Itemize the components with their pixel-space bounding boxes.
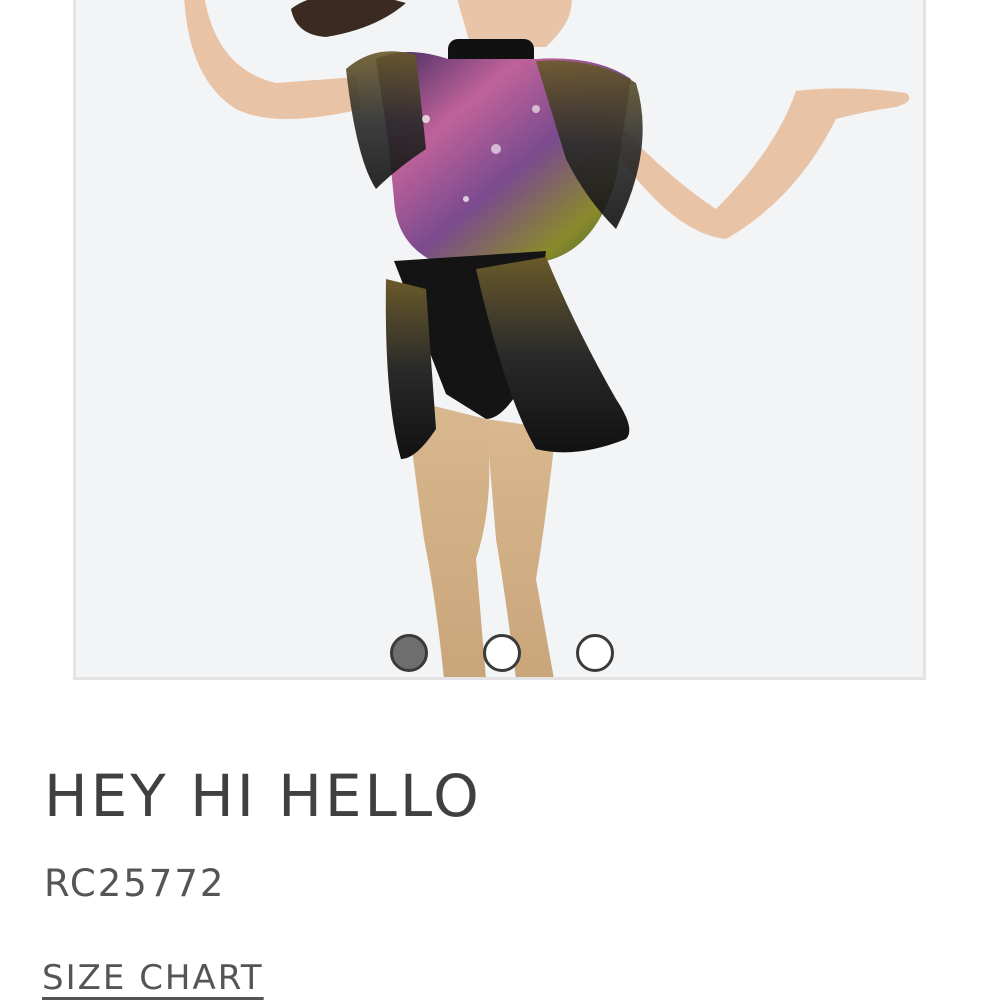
- gallery-pagination: [76, 634, 923, 677]
- product-sku: RC25772: [44, 862, 226, 905]
- product-image-gallery[interactable]: [73, 0, 926, 680]
- product-photo[interactable]: [76, 0, 923, 677]
- product-title: HEY HI HELLO: [44, 762, 482, 830]
- product-page: HEY HI HELLO RC25772 SIZE CHART: [0, 0, 1000, 1000]
- gallery-dot-3[interactable]: [576, 634, 614, 672]
- gallery-dot-1[interactable]: [390, 634, 428, 672]
- gallery-dot-2[interactable]: [483, 634, 521, 672]
- size-chart-link[interactable]: SIZE CHART: [42, 958, 264, 998]
